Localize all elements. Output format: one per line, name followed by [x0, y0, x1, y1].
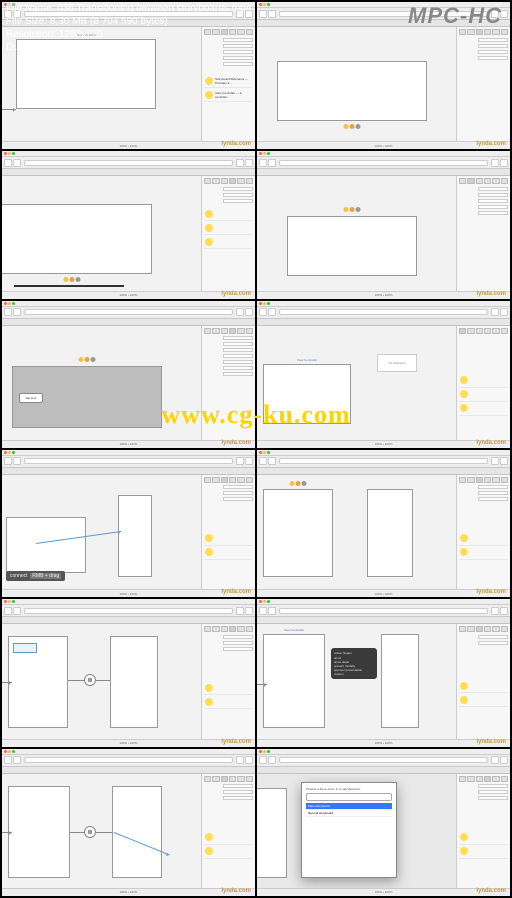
thumbnail[interactable]: 100% • 100% lynda.com [2, 749, 255, 896]
thumbnail[interactable]: Go to 2 100% • 100% lynda.com [2, 301, 255, 448]
segue-popover[interactable]: Action Segue show show detail present mo… [331, 648, 377, 679]
connect-tooltip: connect RMB + drag [6, 571, 65, 581]
corner-watermark: lynda.com [221, 141, 251, 147]
thumbnail[interactable]: 100% • 100% lynda.com [257, 450, 510, 597]
thumbnail[interactable]: 100% • 100% lynda.com [2, 599, 255, 746]
thumbnail[interactable]: View Controller No Selection 100% • 100%… [257, 301, 510, 448]
segue-icon[interactable] [84, 674, 96, 686]
file-info-overlay: File Name: 036 Transitioning between sto… [0, 0, 512, 52]
scrollbar[interactable] [14, 285, 124, 287]
thumbnail[interactable]: Choose a file to zoom in to storyboard t… [257, 749, 510, 896]
thumbnail[interactable]: 100% • 100% lynda.com [257, 151, 510, 298]
open-quickly-dialog[interactable]: Choose a file to zoom in to storyboard t… [301, 782, 397, 878]
thumbnail-grid: View Controller Storyboard Reference — P… [0, 0, 512, 898]
thumbnail[interactable]: connect RMB + drag 100% • 100% lynda.com [2, 450, 255, 597]
go-to-2-button[interactable]: Go to 2 [19, 393, 43, 403]
app-name-badge: MPC-HC [408, 2, 506, 50]
thumbnail[interactable]: View Controller Action Segue show show d… [257, 599, 510, 746]
thumbnail[interactable]: 100% • 100% lynda.com [2, 151, 255, 298]
search-input[interactable] [306, 793, 392, 801]
statusbar: 100% • 100% [2, 141, 255, 149]
selected-button[interactable] [13, 643, 37, 653]
no-selection-panel: No Selection [377, 354, 417, 372]
